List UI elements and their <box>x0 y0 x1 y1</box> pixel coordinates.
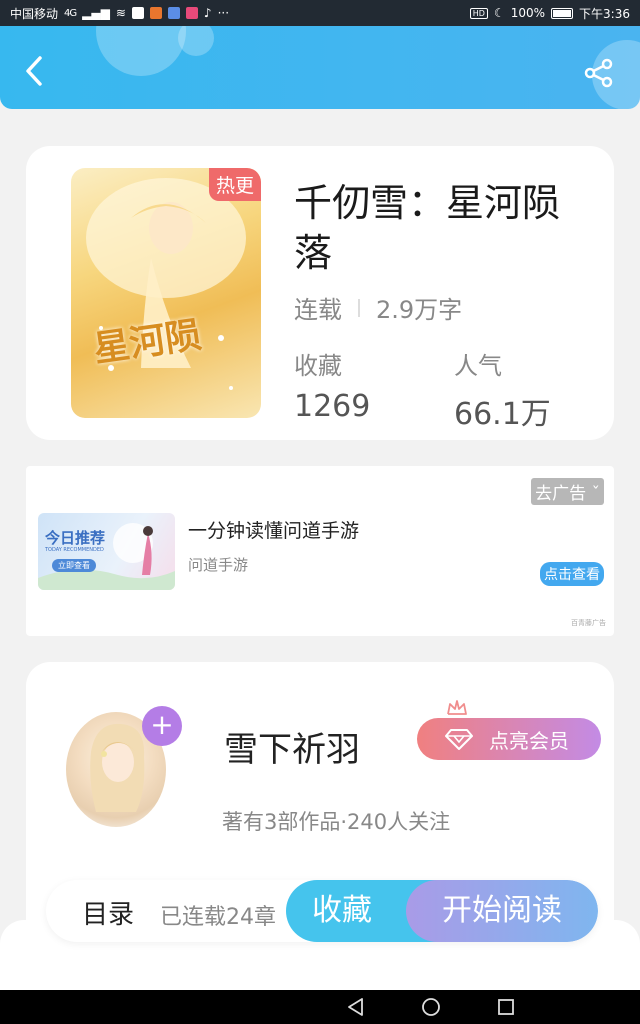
hot-update-badge: 热更 <box>208 168 261 201</box>
word-count: 2.9万字 <box>376 296 463 324</box>
ad-source: 问道手游 <box>188 556 249 574</box>
hd-badge: HD <box>469 7 488 19</box>
cover-wings-art <box>86 178 246 390</box>
chevron-down-icon: ˇ <box>591 484 601 504</box>
share-icon <box>584 58 613 88</box>
status-right: HD ☾ 100% 下午3:36 <box>469 5 630 22</box>
clock: 下午3:36 <box>579 6 630 21</box>
ad-image[interactable]: 今日推荐 TODAY RECOMMENDED 立即查看 <box>38 513 175 590</box>
ad-image-title: 今日推荐 <box>45 529 106 547</box>
app-notification-icon <box>185 7 198 19</box>
more-icon: ··· <box>217 6 230 20</box>
book-info-card: 星河陨 热更 千仞雪：星河陨落 连载 2.9万字 收藏 1269 人气 66.1… <box>26 146 614 440</box>
wifi-icon: ≋ <box>115 6 126 20</box>
ad-card[interactable]: 去广告 ˇ 今日推荐 TODAY RECOMMENDED 立即查看 一分钟读懂问… <box>26 466 614 636</box>
battery-percent: 100% <box>510 6 546 20</box>
book-title: 千仞雪：星河陨落 <box>294 181 561 275</box>
action-bar: 目录 已连载24章 收藏 开始阅读 <box>46 880 598 942</box>
bell-icon: ♪ <box>203 6 212 20</box>
serial-status: 连载 <box>294 296 342 324</box>
remove-ad-label: 去广告 <box>535 484 587 504</box>
network-label: 4G <box>64 7 77 19</box>
ad-image-subtitle: TODAY RECOMMENDED <box>45 547 104 553</box>
follow-author-button[interactable]: + <box>142 706 182 746</box>
circle-home-icon[interactable] <box>421 997 441 1017</box>
moon-icon: ☾ <box>493 6 505 20</box>
ad-provider: 百青藤广告 <box>571 619 606 627</box>
vip-label: 点亮会员 <box>489 728 569 753</box>
diamond-icon <box>445 729 473 750</box>
app-notification-icon <box>149 7 162 19</box>
battery-icon <box>551 7 574 19</box>
ad-cta-button[interactable]: 点击查看 <box>540 562 604 586</box>
share-button[interactable] <box>582 56 616 90</box>
app-notification-icon <box>167 7 180 19</box>
square-recents-icon[interactable] <box>496 997 516 1017</box>
chapter-count: 已连载24章 <box>160 905 276 930</box>
triangle-back-icon[interactable] <box>346 997 366 1017</box>
author-name[interactable]: 雪下祈羽 <box>224 722 360 771</box>
crown-icon <box>447 700 467 715</box>
favorites-count: 1269 <box>294 389 371 424</box>
decor-bubble <box>96 26 186 76</box>
system-nav-bar <box>0 990 640 1024</box>
chevron-left-icon <box>26 56 42 86</box>
book-meta: 连载 2.9万字 <box>294 290 462 325</box>
meta-divider <box>358 298 360 317</box>
signal-icon: ▂▄▆ <box>82 6 110 20</box>
back-button[interactable] <box>22 56 48 86</box>
book-cover[interactable]: 星河陨 热更 <box>71 168 261 418</box>
favorites-label: 收藏 <box>294 352 342 380</box>
author-info: 著有3部作品·240人关注 <box>222 810 451 834</box>
decor-bubble <box>178 26 214 56</box>
ad-image-button: 立即查看 <box>52 559 96 572</box>
start-reading-button[interactable]: 开始阅读 <box>406 880 598 942</box>
top-header <box>0 26 640 109</box>
status-left: 中国移动 4G ▂▄▆ ≋ ♪ ··· <box>10 5 229 22</box>
remove-ad-button[interactable]: 去广告 ˇ <box>531 478 604 505</box>
table-of-contents-button[interactable]: 目录 <box>82 894 134 931</box>
app-notification-icon <box>131 7 144 19</box>
carrier-label: 中国移动 <box>10 6 59 21</box>
status-bar: 中国移动 4G ▂▄▆ ≋ ♪ ··· HD ☾ 100% 下午3:36 <box>0 0 640 26</box>
ad-title[interactable]: 一分钟读懂问道手游 <box>188 516 359 543</box>
popularity-label: 人气 <box>454 352 502 380</box>
popularity-count: 66.1万 <box>454 397 551 432</box>
activate-vip-button[interactable]: 点亮会员 <box>417 718 601 760</box>
